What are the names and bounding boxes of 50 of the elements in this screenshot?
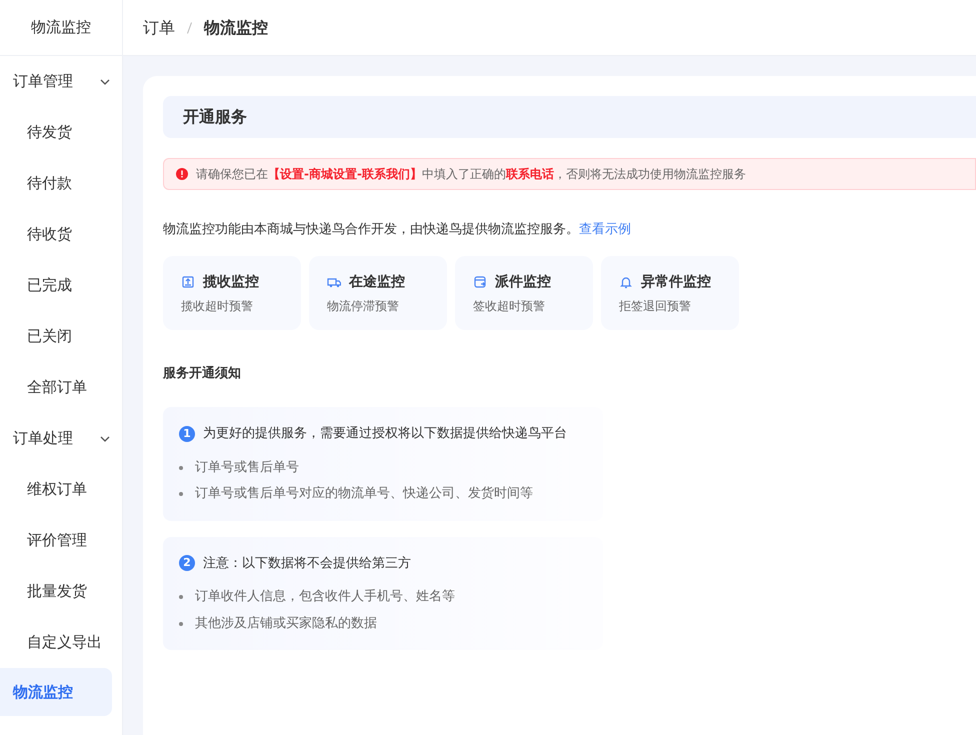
number-badge: 2 [179, 555, 195, 572]
chevron-icon [100, 78, 110, 84]
notice-item: 订单号或售后单号对应的物流单号、快递公司、发货时间等 [195, 485, 533, 503]
feature-subtitle: 揽收超时预警 [181, 298, 254, 314]
sidebar-item[interactable]: 已完成 [0, 260, 112, 311]
sidebar-item[interactable]: 评价管理 [0, 515, 112, 566]
sidebar-item[interactable]: 自定义导出 [0, 617, 112, 668]
feature-title: 异常件监控 [641, 272, 711, 292]
section-title: 开通服务 [163, 96, 976, 138]
example-link[interactable]: 查看示例 [579, 222, 631, 237]
chevron-icon [100, 436, 110, 442]
group-label: 订单管理 [13, 71, 73, 92]
upload-icon [181, 275, 195, 289]
notice-title: 注意：以下数据将不会提供给第三方 [203, 554, 411, 572]
intro-text: 物流监控功能由本商城与快递鸟合作开发，由快递鸟提供物流监控服务。查看示例 [163, 221, 632, 239]
feature-subtitle: 签收超时预警 [473, 298, 546, 314]
sidebar-title: 物流监控 [0, 0, 122, 56]
notice-heading: 服务开通须知 [163, 364, 242, 382]
feature-subtitle: 拒签退回预警 [619, 298, 692, 314]
alert-text: 请确保您已在【设置-商城设置-联系我们】中填入了正确的联系电话，否则将无法成功使用物流监控服务 [196, 166, 746, 183]
feature-title: 在途监控 [349, 272, 405, 292]
bullet-icon [179, 595, 183, 599]
notice-item: 订单号或售后单号 [195, 458, 299, 476]
error-icon [176, 168, 188, 180]
notice-item: 其他涉及店铺或买家隐私的数据 [195, 614, 377, 632]
feature-title: 派件监控 [495, 272, 551, 292]
sidebar-item[interactable]: 待收货 [0, 209, 112, 260]
bell-icon [619, 275, 633, 289]
sidebar-group[interactable]: 订单管理 [0, 56, 122, 107]
feature-subtitle: 物流停滞预警 [327, 298, 400, 314]
sidebar-group[interactable]: 订单处理 [0, 413, 122, 464]
breadcrumb-separator [187, 22, 192, 34]
sidebar-item[interactable]: 已关闭 [0, 311, 112, 362]
sidebar-item[interactable]: 物流监控 [0, 668, 112, 716]
bullet-icon [179, 466, 183, 470]
bullet-icon [179, 492, 183, 496]
sidebar-item[interactable]: 全部订单 [0, 362, 112, 413]
sidebar-item[interactable]: 维权订单 [0, 464, 112, 515]
sidebar-item[interactable]: 待付款 [0, 158, 112, 209]
group-label: 订单处理 [13, 428, 73, 450]
box-icon [473, 275, 487, 289]
feature-title: 揽收监控 [203, 272, 259, 292]
bullet-icon [179, 622, 183, 626]
notice-title: 为更好的提供服务，需要通过授权将以下数据提供给快递鸟平台 [203, 425, 567, 443]
sidebar-item[interactable]: 待发货 [0, 107, 112, 158]
breadcrumb-link[interactable]: 订单 [143, 16, 175, 40]
number-badge: 1 [179, 426, 195, 442]
breadcrumb-current: 物流监控 [204, 16, 268, 38]
sidebar-item[interactable]: 批量发货 [0, 566, 112, 617]
notice-item: 订单收件人信息，包含收件人手机号、姓名等 [195, 588, 455, 606]
